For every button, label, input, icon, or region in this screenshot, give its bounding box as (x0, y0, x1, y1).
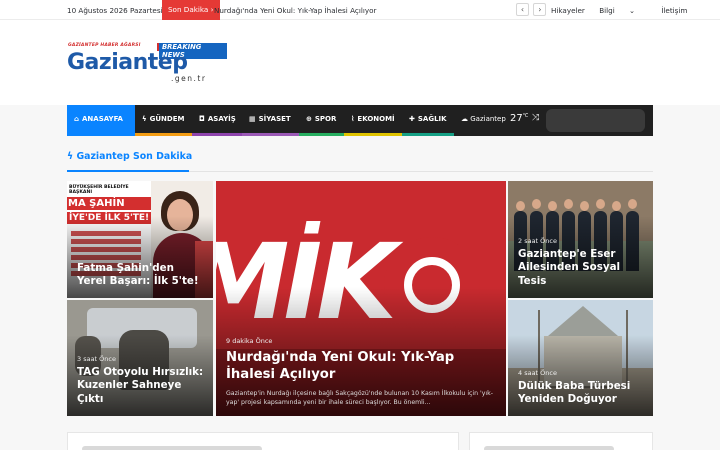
nav-item-siyaset[interactable]: ▦ SİYASET (242, 105, 299, 136)
nav-label-ekonomi: EKONOMİ (357, 115, 395, 123)
news-card-duluk-baba[interactable]: 4 saat Önce Dülük Baba Türbesi Yeniden D… (508, 300, 653, 416)
card-title[interactable]: Nurdağı'nda Yeni Okul: Yık-Yap İhalesi A… (226, 349, 498, 383)
card-time: 3 saat Önce (77, 355, 116, 363)
card-title[interactable]: Dülük Baba Türbesi Yeniden Doğuyor (518, 380, 645, 407)
card-time-text: 2 saat Önce (518, 237, 557, 245)
weather-city: Gaziantep (470, 115, 506, 123)
building-icon: ▦ (249, 115, 256, 123)
news-card-eser-ailesi[interactable]: 2 saat Önce Gaziantep'e Eser Ailesinden … (508, 181, 653, 298)
nav-color-bar (135, 133, 192, 136)
nav-color-bar (192, 133, 242, 136)
logo-name: Gaziantep (67, 50, 188, 75)
poster-heading: BÜYÜKŞEHİR BELEDİYE BAŞKANI (69, 185, 129, 195)
plus-icon: ✚ (409, 115, 415, 123)
sidebar-panel (469, 432, 653, 450)
panel-heading-placeholder (484, 446, 614, 450)
nav-label-gundem: GÜNDEM (149, 115, 185, 123)
top-link-hikayeler[interactable]: Hikayeler (551, 6, 585, 15)
shuffle-icon[interactable]: ⤨ (532, 113, 539, 123)
card-time: 2 saat Önce (518, 237, 557, 245)
news-ticker-link[interactable]: Nurdağı'nda Yeni Okul: Yık-Yap İhalesi A… (214, 6, 376, 15)
car-icon: ◘ (199, 115, 205, 123)
top-bar: 10 Ağustos 2026 Pazartesi Son Dakika › N… (0, 0, 720, 20)
card-time: 9 dakika Önce (226, 337, 272, 345)
ball-icon: ⊕ (306, 115, 312, 123)
section-divider-accent (67, 170, 189, 172)
poster-name: MA ŞAHİN (67, 197, 151, 210)
content-panel (67, 432, 459, 450)
nav-item-saglik[interactable]: ✚ SAĞLIK (402, 105, 454, 136)
section-title[interactable]: ϟ Gaziantep Son Dakika (67, 151, 192, 162)
chart-icon: ⌇ (351, 115, 355, 123)
nav-item-anasayfa[interactable]: ⌂ ANASAYFA (67, 105, 135, 136)
nav-color-bar (242, 133, 299, 136)
nav-label-siyaset: SİYASET (258, 115, 291, 123)
news-card-fatma-sahin[interactable]: BÜYÜKŞEHİR BELEDİYE BAŞKANI MA ŞAHİN İYE… (67, 181, 213, 298)
ticker-prev-button[interactable]: ‹ (516, 3, 529, 16)
nav-item-gundem[interactable]: ϟ GÜNDEM (135, 105, 192, 136)
card-title[interactable]: Gaziantep'e Eser Ailesinden Sosyal Tesis (518, 248, 645, 288)
nav-color-bar (299, 133, 344, 136)
ticker-arrows: ‹ › (516, 3, 548, 16)
home-icon: ⌂ (74, 115, 80, 123)
nav-color-bar (402, 133, 454, 136)
panel-heading-placeholder (82, 446, 262, 450)
chevron-down-icon: ⌄ (628, 6, 636, 15)
site-logo[interactable]: GAZİANTEP HABER AĞARSI BREAKING NEWS Gaz… (67, 40, 227, 106)
nav-label-asayis: ASAYİŞ (207, 115, 236, 123)
site-header: GAZİANTEP HABER AĞARSI BREAKING NEWS Gaz… (0, 20, 720, 105)
card-title[interactable]: Fatma Şahin'den Yerel Başarı: İlk 5'te! (77, 262, 205, 289)
nav-color-bar (344, 133, 402, 136)
card-time-text: 9 dakika Önce (226, 337, 273, 345)
card-excerpt: Gaziantep'in Nurdağı ilçesine bağlı Sakç… (226, 390, 493, 406)
nav-item-ekonomi[interactable]: ⌇ EKONOMİ (344, 105, 402, 136)
bolt-icon: ϟ (142, 115, 147, 123)
card-time: 4 saat Önce (518, 369, 557, 377)
card-time-text: 3 saat Önce (77, 355, 116, 363)
top-link-iletisim[interactable]: İletişim (661, 6, 687, 15)
search-input[interactable] (546, 109, 645, 132)
weather-unit: ℃ (522, 113, 529, 119)
bolt-icon: ϟ (67, 151, 74, 162)
nav-label-spor: SPOR (314, 115, 337, 123)
nav-item-spor[interactable]: ⊕ SPOR (299, 105, 344, 136)
main-nav: ⌂ ANASAYFA ϟ GÜNDEM ◘ ASAYİŞ ▦ SİYASET ⊕ SPOR… (67, 105, 653, 136)
weather-widget: ☁ Gaziantep 27℃ (461, 113, 528, 124)
section-title-text: Gaziantep Son Dakika (76, 151, 193, 162)
weather-temp: 27 (510, 113, 523, 124)
top-links: Hikayeler Bilgi ⌄ İletişim (551, 6, 699, 15)
top-link-bilgi[interactable]: Bilgi ⌄ (599, 6, 647, 15)
logo-tagline: GAZİANTEP HABER AĞARSI (68, 43, 141, 48)
card-title[interactable]: TAG Otoyolu Hırsızlık: Kuzenler Sahneye … (77, 366, 205, 406)
logo-domain: .gen.tr (171, 74, 207, 83)
top-link-bilgi-label: Bilgi (599, 6, 615, 15)
news-card-tag-otoyolu[interactable]: 3 saat Önce TAG Otoyolu Hırsızlık: Kuzen… (67, 300, 213, 416)
ticker-next-button[interactable]: › (533, 3, 547, 16)
breaking-news-label[interactable]: Son Dakika › (162, 0, 220, 20)
current-date: 10 Ağustos 2026 Pazartesi (67, 6, 163, 15)
cloud-icon: ☁ (461, 115, 468, 123)
nav-label-saglik: SAĞLIK (417, 115, 447, 123)
nav-item-asayis[interactable]: ◘ ASAYİŞ (192, 105, 242, 136)
breaking-news-text: Son Dakika (168, 5, 209, 14)
card-time-text: 4 saat Önce (518, 369, 557, 377)
news-card-featured[interactable]: MİKO 9 dakika Önce Nurdağı'nda Yeni Okul… (216, 181, 506, 416)
nav-label-anasayfa: ANASAYFA (82, 115, 123, 123)
